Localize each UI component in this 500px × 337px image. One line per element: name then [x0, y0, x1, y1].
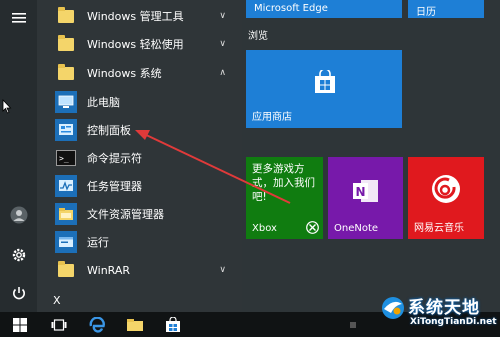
start-button[interactable]	[0, 312, 40, 337]
tiles-pane: Microsoft Edge 日历 浏览 应用商店 更多游戏方式，加入我们吧! …	[242, 0, 500, 312]
tile-label: Xbox	[252, 223, 277, 234]
app-folder-windows-ease-of-access[interactable]: Windows 轻松使用 ∨	[37, 30, 242, 58]
store-bag-icon	[315, 70, 335, 93]
app-run[interactable]: 运行	[37, 228, 242, 256]
explorer-icon	[55, 203, 77, 225]
folder-icon	[55, 5, 77, 27]
app-label: Windows 轻松使用	[87, 38, 184, 51]
xbox-promo-text: 更多游戏方式，加入我们吧!	[252, 163, 315, 203]
section-header-x[interactable]: X	[37, 286, 242, 314]
app-command-prompt[interactable]: >_ 命令提示符	[37, 144, 242, 172]
edge-icon	[89, 316, 105, 333]
store-icon	[166, 316, 180, 332]
tile-calendar[interactable]: 日历	[408, 0, 484, 18]
mouse-cursor-icon	[2, 99, 12, 114]
settings-gear-icon[interactable]	[9, 245, 29, 265]
app-label: Windows 系统	[87, 67, 162, 80]
watermark-logo-icon	[382, 297, 404, 319]
tray-dot	[350, 322, 356, 328]
folder-icon	[55, 33, 77, 55]
tile-label: 网易云音乐	[414, 223, 464, 234]
run-icon	[55, 231, 77, 253]
chevron-down-icon: ∨	[219, 11, 226, 21]
section-letter: X	[53, 293, 61, 307]
folder-icon	[55, 259, 77, 281]
app-label: 此电脑	[87, 96, 120, 109]
watermark-title: 系统天地	[408, 298, 480, 318]
task-manager-icon	[55, 175, 77, 197]
user-icon[interactable]	[9, 205, 29, 225]
tile-store[interactable]: 应用商店	[246, 50, 402, 128]
chevron-up-icon: ∧	[219, 68, 226, 78]
tile-label: 日历	[416, 7, 436, 18]
tile-label: Microsoft Edge	[254, 3, 328, 14]
cmd-icon: >_	[55, 147, 77, 169]
tile-microsoft-edge[interactable]: Microsoft Edge	[246, 0, 402, 18]
svg-text:N: N	[356, 185, 366, 199]
tile-onenote[interactable]: N OneNote	[328, 157, 403, 239]
control-panel-icon	[55, 119, 77, 141]
taskbar-file-explorer[interactable]	[118, 312, 152, 337]
chevron-down-icon: ∨	[219, 265, 226, 275]
explorer-folder-icon	[127, 318, 143, 331]
netease-music-icon	[432, 175, 460, 203]
app-folder-windows-system[interactable]: Windows 系统 ∧	[37, 59, 242, 87]
computer-icon	[55, 91, 77, 113]
tile-label: 应用商店	[252, 112, 292, 123]
app-task-manager[interactable]: 任务管理器	[37, 172, 242, 200]
app-label: 运行	[87, 236, 109, 249]
app-label: Windows 管理工具	[87, 10, 184, 23]
app-label: 控制面板	[87, 124, 131, 137]
app-label: 任务管理器	[87, 180, 142, 193]
app-list: Windows 管理工具 ∨ Windows 轻松使用 ∨ Windows 系统…	[37, 0, 242, 312]
task-view-icon	[51, 318, 67, 331]
tile-xbox[interactable]: 更多游戏方式，加入我们吧! Xbox	[246, 157, 323, 239]
xbox-logo-icon	[306, 221, 319, 234]
tile-label: OneNote	[334, 223, 379, 234]
taskbar-store[interactable]	[156, 312, 190, 337]
tile-group-title: 浏览	[248, 31, 268, 42]
app-file-explorer[interactable]: 文件资源管理器	[37, 200, 242, 228]
app-folder-winrar[interactable]: WinRAR ∨	[37, 256, 242, 284]
app-label: 文件资源管理器	[87, 208, 164, 221]
app-this-pc[interactable]: 此电脑	[37, 88, 242, 116]
folder-icon	[55, 62, 77, 84]
app-control-panel[interactable]: 控制面板	[37, 116, 242, 144]
app-label: WinRAR	[87, 263, 131, 277]
power-icon[interactable]	[9, 283, 29, 303]
onenote-icon: N	[353, 180, 378, 202]
app-label: 命令提示符	[87, 152, 142, 165]
site-watermark: 系统天地 XiTongTianDi.net	[380, 291, 500, 337]
taskbar-edge[interactable]	[80, 312, 114, 337]
tile-netease-music[interactable]: 网易云音乐	[408, 157, 484, 239]
task-view-button[interactable]	[42, 312, 76, 337]
app-folder-windows-admin-tools[interactable]: Windows 管理工具 ∨	[37, 2, 242, 30]
hamburger-icon[interactable]	[9, 8, 29, 28]
chevron-down-icon: ∨	[219, 39, 226, 49]
windows-logo-icon	[13, 317, 27, 332]
watermark-url: XiTongTianDi.net	[410, 317, 497, 327]
start-left-rail	[0, 0, 37, 312]
